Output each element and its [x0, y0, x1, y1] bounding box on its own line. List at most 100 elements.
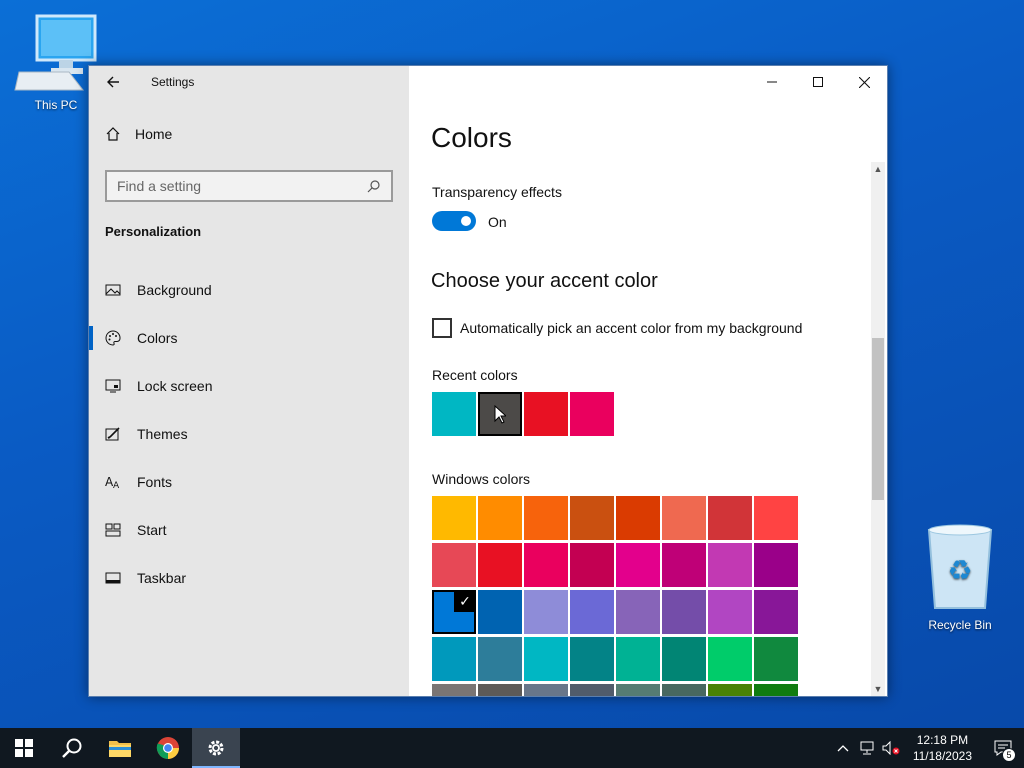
windows-color-swatch[interactable]	[570, 543, 614, 587]
windows-color-swatch[interactable]	[616, 590, 660, 634]
windows-color-swatch[interactable]	[524, 637, 568, 681]
windows-color-swatch[interactable]: ✓	[432, 590, 476, 634]
minimize-button[interactable]	[749, 66, 795, 98]
windows-color-swatch[interactable]	[478, 637, 522, 681]
network-button[interactable]	[855, 728, 879, 768]
windows-color-swatch[interactable]	[754, 543, 798, 587]
windows-color-swatch[interactable]	[662, 496, 706, 540]
maximize-button[interactable]	[795, 66, 841, 98]
search-taskbar-button[interactable]	[48, 728, 96, 768]
sidebar-item-taskbar[interactable]: Taskbar	[89, 554, 409, 602]
windows-color-swatch[interactable]	[524, 496, 568, 540]
sidebar-item-themes[interactable]: Themes	[89, 410, 409, 458]
sidebar-item-colors[interactable]: Colors	[89, 314, 409, 362]
windows-color-swatch[interactable]	[708, 637, 752, 681]
sidebar: Settings Home Personalization Background…	[89, 66, 409, 696]
search-icon	[62, 738, 82, 758]
scrollbar[interactable]: ▲ ▼	[871, 162, 885, 696]
network-icon	[860, 741, 874, 755]
notification-badge: 5	[1002, 748, 1016, 762]
chevron-up-icon	[837, 745, 849, 752]
accent-color-heading: Choose your accent color	[431, 270, 658, 292]
volume-button[interactable]	[879, 728, 903, 768]
windows-color-swatch[interactable]	[524, 543, 568, 587]
start-button[interactable]	[0, 728, 48, 768]
recycle-bin-desktop-icon[interactable]: ♻ Recycle Bin	[915, 522, 1005, 632]
recent-color-swatch[interactable]	[432, 392, 476, 436]
windows-color-swatch[interactable]	[708, 590, 752, 634]
sidebar-item-lock-screen[interactable]: Lock screen	[89, 362, 409, 410]
windows-color-swatch[interactable]	[478, 590, 522, 634]
clock[interactable]: 12:18 PM 11/18/2023	[903, 732, 982, 764]
chrome-button[interactable]	[144, 728, 192, 768]
windows-color-swatch[interactable]	[708, 684, 752, 696]
windows-color-swatch[interactable]	[478, 496, 522, 540]
windows-color-swatch[interactable]	[524, 684, 568, 696]
windows-color-swatch[interactable]	[570, 590, 614, 634]
taskbar: 12:18 PM 11/18/2023 5	[0, 728, 1024, 768]
sidebar-item-fonts[interactable]: AA Fonts	[89, 458, 409, 506]
recent-color-swatch[interactable]	[570, 392, 614, 436]
windows-color-swatch[interactable]	[570, 496, 614, 540]
windows-color-swatch[interactable]	[708, 496, 752, 540]
action-center-button[interactable]: 5	[982, 728, 1024, 768]
windows-color-swatch[interactable]	[432, 637, 476, 681]
recycle-bin-icon: ♻	[927, 524, 993, 609]
back-button[interactable]	[89, 66, 137, 98]
recent-color-swatch[interactable]	[524, 392, 568, 436]
windows-color-swatch[interactable]	[662, 543, 706, 587]
scroll-down-icon[interactable]: ▼	[871, 682, 885, 696]
sidebar-item-background[interactable]: Background	[89, 266, 409, 314]
windows-color-swatch[interactable]	[754, 496, 798, 540]
windows-color-swatch[interactable]	[432, 496, 476, 540]
windows-color-swatch[interactable]	[524, 590, 568, 634]
recent-colors-label: Recent colors	[432, 367, 518, 383]
close-button[interactable]	[841, 66, 887, 98]
colors-page: Colors Transparency effects On Choose yo…	[409, 66, 887, 696]
file-explorer-button[interactable]	[96, 728, 144, 768]
windows-color-swatch[interactable]	[662, 590, 706, 634]
taskbar-icon	[105, 572, 121, 584]
windows-color-swatch[interactable]	[432, 684, 476, 696]
windows-color-swatch[interactable]	[478, 543, 522, 587]
windows-color-swatch[interactable]	[432, 543, 476, 587]
system-tray: 12:18 PM 11/18/2023 5	[831, 728, 1024, 768]
scroll-up-icon[interactable]: ▲	[871, 162, 885, 176]
search-input[interactable]	[117, 178, 367, 194]
sidebar-item-start[interactable]: Start	[89, 506, 409, 554]
auto-pick-label[interactable]: Automatically pick an accent color from …	[460, 320, 802, 336]
windows-color-swatch[interactable]	[754, 590, 798, 634]
windows-color-swatch[interactable]	[616, 684, 660, 696]
home-nav-item[interactable]: Home	[105, 126, 172, 142]
settings-taskbar-button[interactable]	[192, 728, 240, 768]
windows-color-swatch[interactable]	[570, 684, 614, 696]
windows-color-swatch[interactable]	[616, 637, 660, 681]
brush-icon	[105, 427, 120, 441]
window-controls	[749, 66, 887, 98]
windows-color-swatch[interactable]	[478, 684, 522, 696]
windows-color-swatch[interactable]	[754, 684, 798, 696]
section-title: Personalization	[105, 224, 202, 239]
show-hidden-icons-button[interactable]	[831, 728, 855, 768]
search-box[interactable]	[105, 170, 393, 202]
sidebar-item-label: Background	[137, 282, 212, 298]
windows-color-swatch[interactable]	[616, 496, 660, 540]
windows-color-swatch[interactable]	[662, 637, 706, 681]
auto-pick-checkbox[interactable]	[432, 318, 452, 338]
palette-icon	[105, 330, 121, 346]
windows-color-swatch[interactable]	[754, 637, 798, 681]
windows-color-swatch[interactable]	[708, 543, 752, 587]
svg-text:♻: ♻	[947, 554, 972, 587]
windows-color-swatch[interactable]	[616, 543, 660, 587]
image-icon	[105, 284, 121, 296]
lock-screen-icon	[105, 379, 121, 393]
transparency-toggle[interactable]	[432, 211, 476, 231]
windows-color-swatch[interactable]	[570, 637, 614, 681]
sidebar-item-label: Taskbar	[137, 570, 187, 586]
search-icon	[367, 180, 380, 193]
windows-colors-label: Windows colors	[432, 471, 531, 487]
windows-color-swatch[interactable]	[662, 684, 706, 696]
scroll-thumb[interactable]	[872, 338, 884, 500]
title-bar: Settings	[89, 66, 194, 98]
checkmark-icon: ✓	[454, 590, 476, 612]
